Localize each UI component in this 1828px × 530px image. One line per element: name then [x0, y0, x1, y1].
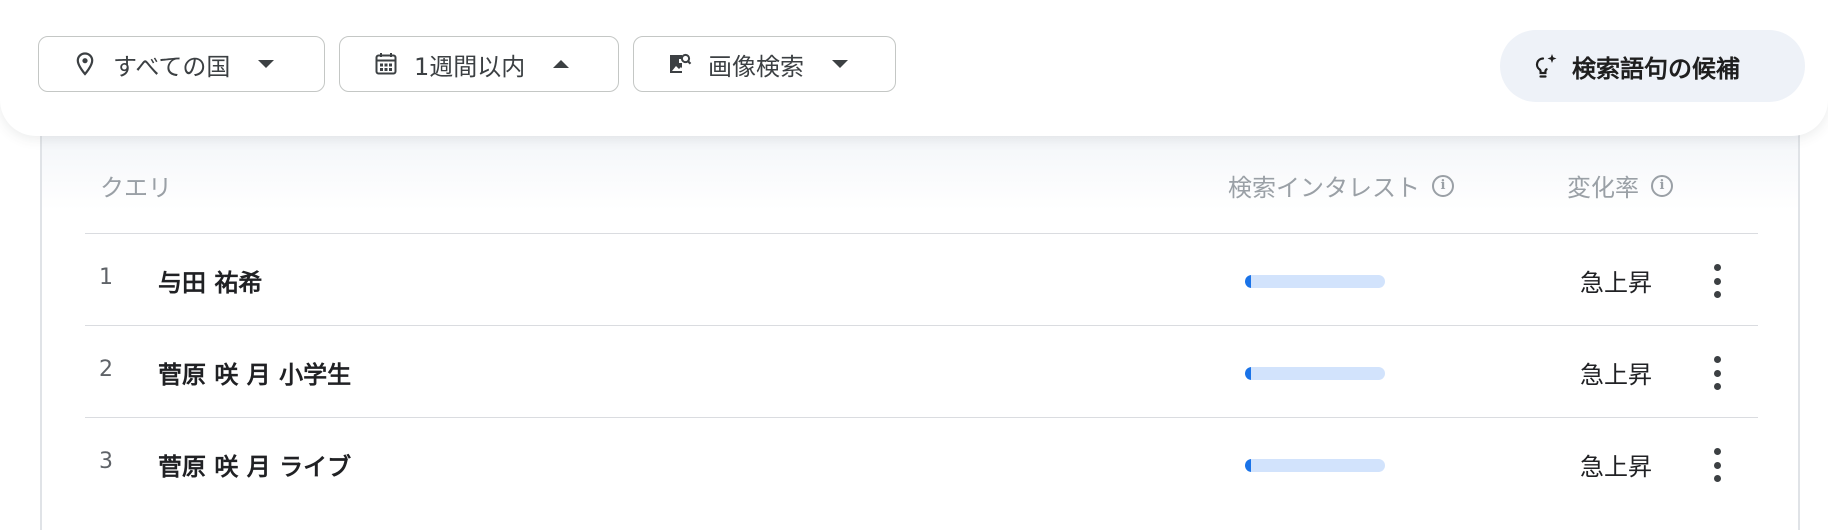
query-term[interactable]: 菅原 咲 月 ライブ	[158, 447, 351, 482]
time-filter-label: 1週間以内	[414, 52, 526, 81]
interest-header-label: 検索インタレスト	[1228, 174, 1420, 202]
row-rank: 3	[99, 449, 113, 474]
change-header-label: 変化率	[1567, 174, 1639, 202]
query-term[interactable]: 与田 祐希	[158, 263, 262, 298]
row-rank: 1	[99, 265, 113, 290]
suggest-terms-button[interactable]: 検索語句の候補	[1500, 30, 1805, 102]
filter-toolbar: すべての国 1週間以内 画像検索 検索語句の候補	[0, 0, 1828, 136]
image-search-icon	[668, 52, 692, 76]
info-icon[interactable]: i	[1432, 174, 1454, 197]
info-icon[interactable]: i	[1651, 174, 1673, 197]
query-column-header: クエリ	[100, 168, 172, 203]
interest-column-header: 検索インタレスト i	[1228, 168, 1454, 203]
search-type-filter-label: 画像検索	[708, 52, 804, 81]
table-divider	[85, 417, 1758, 418]
interest-bar-fill	[1245, 459, 1251, 472]
more-options-icon[interactable]	[1710, 445, 1724, 485]
change-value: 急上昇	[1580, 361, 1652, 389]
interest-bar	[1245, 459, 1385, 472]
location-filter-label: すべての国	[113, 52, 231, 81]
change-column-header: 変化率 i	[1567, 168, 1673, 203]
related-queries-table: クエリ 検索インタレスト i 変化率 i 1 与田 祐希 急上昇 2 菅原 咲 …	[40, 100, 1800, 530]
table-divider	[85, 233, 1758, 234]
chevron-up-icon	[553, 60, 570, 68]
location-filter[interactable]: すべての国	[38, 36, 325, 92]
change-value: 急上昇	[1580, 269, 1652, 297]
location-pin-icon	[73, 52, 97, 76]
change-value: 急上昇	[1580, 453, 1652, 481]
more-options-icon[interactable]	[1710, 261, 1724, 301]
chevron-down-icon	[258, 60, 275, 68]
interest-bar	[1245, 367, 1385, 380]
row-rank: 2	[99, 357, 113, 382]
table-row[interactable]: 1 与田 祐希 急上昇	[85, 235, 1758, 325]
interest-bar-fill	[1245, 367, 1251, 380]
interest-bar	[1245, 275, 1385, 288]
more-options-icon[interactable]	[1710, 353, 1724, 393]
time-filter[interactable]: 1週間以内	[339, 36, 619, 92]
interest-bar-fill	[1245, 275, 1251, 288]
table-row[interactable]: 2 菅原 咲 月 小学生 急上昇	[85, 327, 1758, 417]
table-divider	[85, 325, 1758, 326]
chevron-down-icon	[832, 60, 848, 68]
suggest-terms-label: 検索語句の候補	[1572, 54, 1740, 83]
query-header-label: クエリ	[100, 174, 172, 202]
lightbulb-sparkle-icon	[1534, 53, 1558, 79]
calendar-icon	[374, 52, 398, 76]
query-term[interactable]: 菅原 咲 月 小学生	[158, 355, 351, 390]
table-row[interactable]: 3 菅原 咲 月 ライブ 急上昇	[85, 419, 1758, 509]
search-type-filter[interactable]: 画像検索	[633, 36, 896, 92]
